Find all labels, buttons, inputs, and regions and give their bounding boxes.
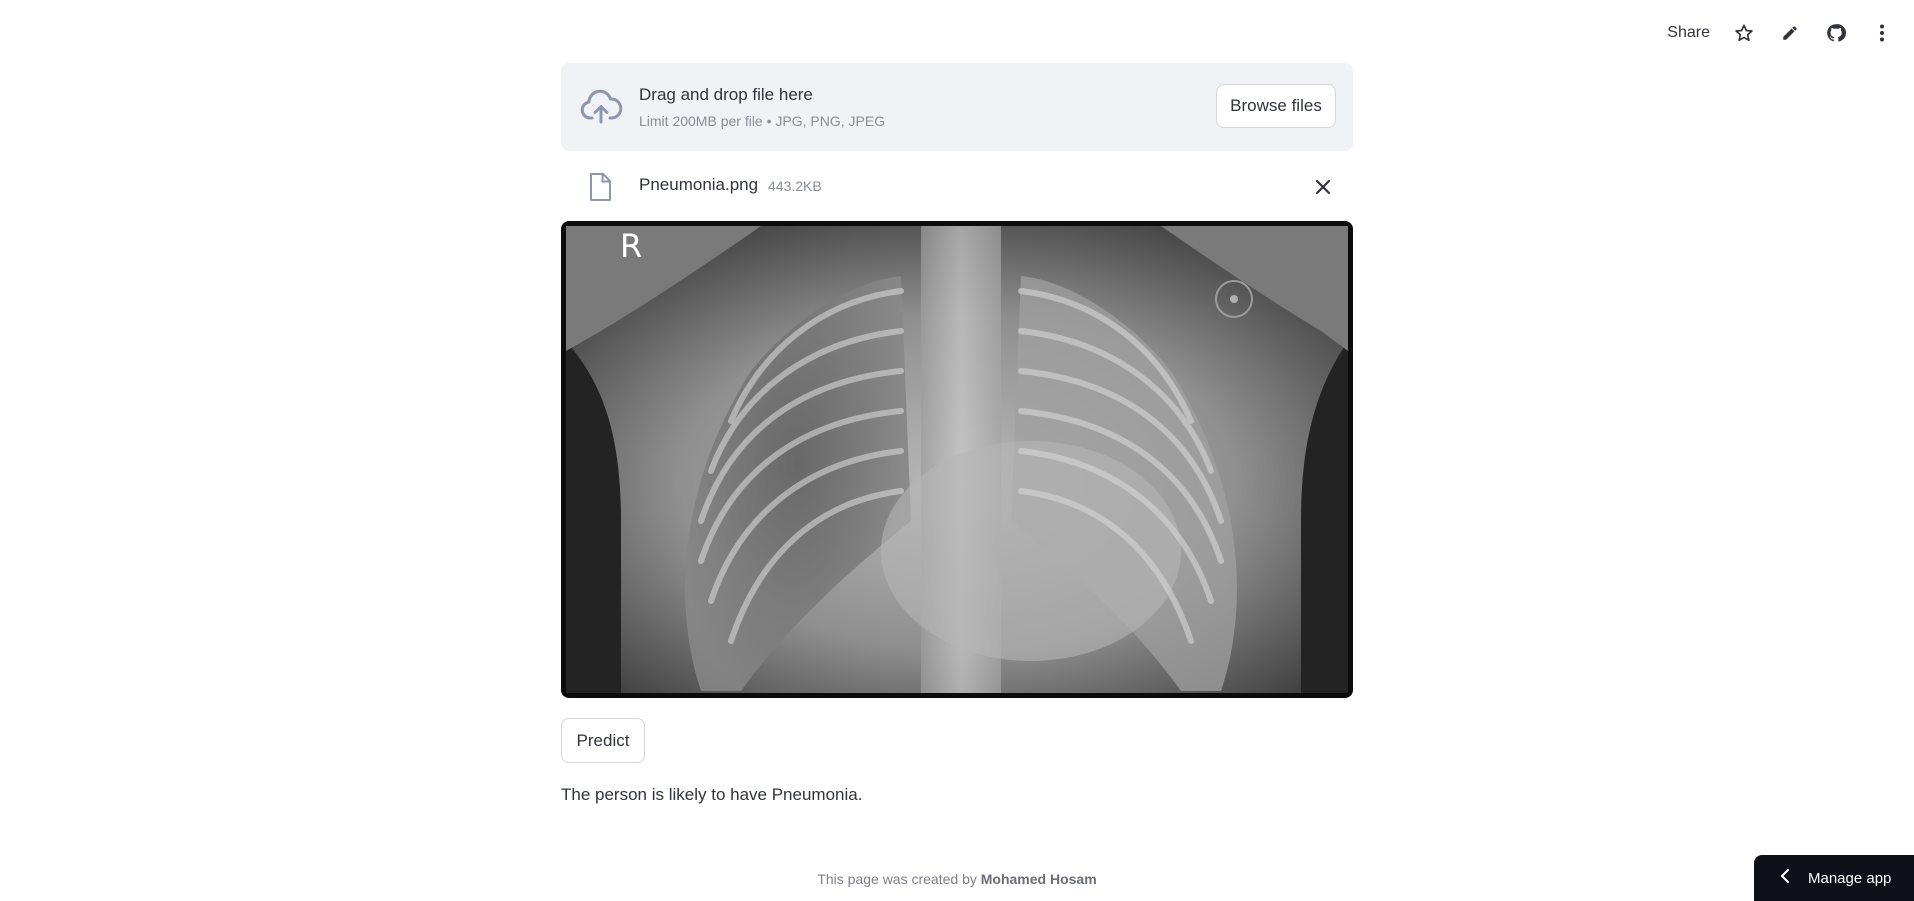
chevron-left-icon bbox=[1780, 869, 1790, 887]
file-dropzone[interactable]: Drag and drop file here Limit 200MB per … bbox=[561, 63, 1353, 151]
top-toolbar: Share bbox=[1667, 18, 1894, 48]
file-size: 443.2KB bbox=[768, 178, 822, 194]
footer-author: Mohamed Hosam bbox=[980, 871, 1097, 887]
share-button[interactable]: Share bbox=[1667, 24, 1710, 42]
kebab-menu-icon[interactable] bbox=[1870, 21, 1894, 45]
file-name: Pneumonia.png bbox=[639, 175, 759, 194]
dropzone-subtitle: Limit 200MB per file • JPG, PNG, JPEG bbox=[639, 113, 886, 129]
main-content: Drag and drop file here Limit 200MB per … bbox=[561, 63, 1353, 805]
dropzone-title: Drag and drop file here bbox=[639, 85, 813, 104]
pencil-icon[interactable] bbox=[1778, 21, 1802, 45]
uploaded-file-row: Pneumonia.png 443.2KB bbox=[561, 151, 1353, 221]
manage-app-button[interactable]: Manage app bbox=[1754, 855, 1914, 901]
footer-prefix: This page was created by bbox=[817, 871, 977, 887]
footer: This page was created by Mohamed Hosam bbox=[0, 871, 1914, 887]
prediction-result: The person is likely to have Pneumonia. bbox=[561, 785, 863, 804]
xray-side-marker: R bbox=[620, 227, 643, 265]
xray-illustration bbox=[566, 226, 1348, 693]
dropzone-text: Drag and drop file here Limit 200MB per … bbox=[639, 83, 885, 132]
github-icon[interactable] bbox=[1824, 21, 1848, 45]
close-icon[interactable] bbox=[1313, 177, 1333, 197]
predict-button[interactable]: Predict bbox=[561, 718, 645, 763]
xray-image: R bbox=[561, 221, 1353, 698]
browse-files-button[interactable]: Browse files bbox=[1216, 84, 1336, 128]
manage-app-label: Manage app bbox=[1808, 869, 1892, 887]
cloud-upload-icon bbox=[579, 87, 623, 127]
star-icon[interactable] bbox=[1732, 21, 1756, 45]
file-icon bbox=[588, 172, 612, 202]
